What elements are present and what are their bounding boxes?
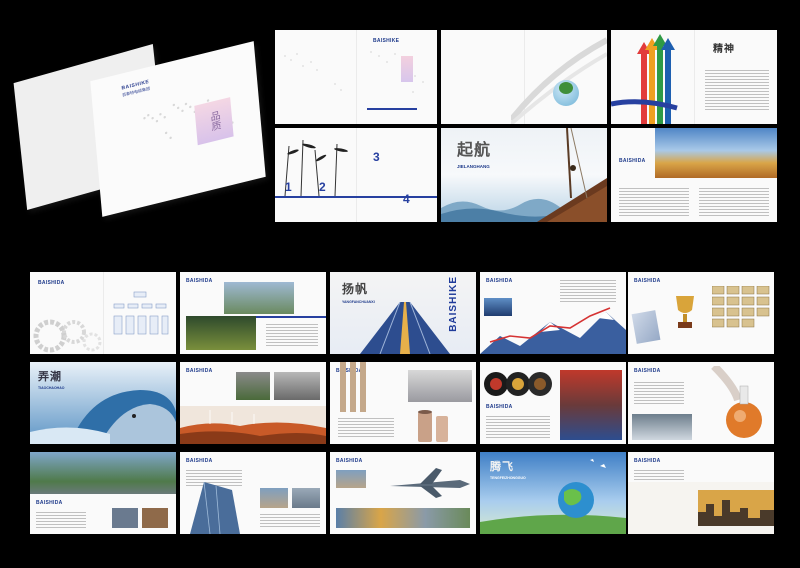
spread-trophy-certificates: BAISHIDA — [628, 272, 774, 354]
contents-rule — [275, 196, 437, 198]
chapter-title: 扬帆 — [342, 282, 369, 296]
spread-sailing: 起航 JIELANGHANG — [441, 128, 607, 222]
stadium-photo — [224, 282, 294, 314]
chapter-title: 起航 — [457, 140, 492, 159]
section-heading: BAISHIDA — [38, 280, 65, 286]
section-heading: BAISHIDA — [36, 500, 63, 506]
tubes-icon — [418, 410, 448, 442]
section-heading: BAISHIDA — [486, 278, 513, 284]
spread-gears-org: BAISHIDA — [30, 272, 176, 354]
body-text — [338, 418, 394, 438]
factory-photo — [274, 372, 320, 400]
body-text — [560, 280, 616, 304]
landscape-photo — [655, 128, 777, 178]
section-heading: BAISHIDA — [634, 368, 661, 374]
page-spine — [356, 128, 357, 222]
industrial-photo — [236, 372, 270, 400]
section-heading: BAISHIDA — [619, 158, 646, 164]
cover-vertical-title: 品质 — [207, 109, 221, 133]
body-text — [634, 382, 684, 404]
building-photo-2 — [292, 488, 320, 508]
port-photo — [336, 470, 366, 488]
spread-wind-power: BAISHIDA — [180, 362, 326, 444]
thumbnail-photo-1 — [112, 508, 138, 528]
spread-highway-rising: 扬帆 YANGFANCHUANXI BAISHIKE — [330, 272, 476, 354]
spread-lab-flask: BAISHIDA — [628, 362, 774, 444]
page-spine — [356, 30, 357, 124]
spread-mountain-growth: BAISHIDA — [480, 272, 626, 354]
mountain-growth-chart-icon — [480, 307, 626, 354]
swoosh-lines-icon — [511, 37, 607, 124]
city-aerial-photo — [30, 452, 176, 494]
surf-wave-icon — [30, 390, 176, 444]
water-plant-photo — [632, 414, 692, 440]
spread-airplane-logistics: BAISHIDA — [330, 452, 476, 534]
body-text — [36, 512, 86, 528]
skyscraper-icon — [190, 482, 240, 534]
section-heading: BAISHIDA — [634, 278, 661, 284]
section-heading: BAISHIDA — [186, 278, 213, 284]
spread-cables-machines: BAISHIDA — [480, 362, 626, 444]
spread-bamboo-contents: 3 1 2 4 — [275, 128, 437, 222]
gears-icon — [33, 319, 102, 353]
caption-text — [260, 514, 320, 528]
tree-icon — [559, 82, 573, 94]
thumbnail-photo-2 — [142, 508, 168, 528]
section-heading: BAISHIDA — [186, 458, 213, 464]
body-text-right — [699, 188, 769, 216]
contents-number-2: 2 — [319, 180, 326, 194]
spread-earth-green: 腾飞 TENGFEIZHONGGUO — [480, 452, 626, 534]
title-block — [401, 56, 413, 82]
spread-city-aerial: BAISHIDA — [30, 452, 176, 534]
body-text — [705, 70, 769, 110]
highway-perspective-icon — [360, 302, 450, 354]
building-photo-1 — [260, 488, 288, 508]
rising-arrows-icon — [611, 34, 678, 124]
photo-strip — [336, 508, 470, 528]
body-text — [486, 416, 550, 438]
certificates-grid-icon — [712, 286, 770, 328]
brochure-showcase-board: BAISHIKE 百事特电缆集团 品质 BAISHIKE 精神 3 1 2 4 … — [0, 0, 800, 568]
accent-bar — [256, 316, 326, 318]
ship-bow-icon — [537, 128, 607, 222]
machinery-photo — [560, 370, 622, 440]
spread-pipes-products: BAISHIDA — [330, 362, 476, 444]
page-spine — [694, 30, 695, 124]
section-title: 精神 — [713, 44, 735, 55]
trophy-icon — [676, 296, 694, 328]
contents-number-4: 4 — [403, 192, 410, 206]
airplane-icon — [390, 468, 470, 498]
section-heading: BAISHIDA — [336, 458, 363, 464]
flask-icon — [711, 366, 762, 438]
pipes-icon — [340, 362, 366, 412]
spread-landscape-text: BAISHIDA — [611, 128, 777, 222]
spread-sunset-skyline: BAISHIDA — [628, 452, 774, 534]
contents-number-1: 1 — [285, 180, 292, 194]
spread-skyscraper: BAISHIDA — [180, 452, 326, 534]
autumn-windfarm-icon — [180, 406, 326, 444]
page-logo: BAISHIKE — [373, 38, 400, 44]
warehouse-photo — [408, 370, 472, 402]
body-text-left — [619, 188, 689, 216]
chapter-pinyin: JIELANGHANG — [457, 164, 490, 169]
section-heading: BAISHIDA — [486, 404, 513, 410]
certificate-card — [631, 310, 661, 344]
cable-cross-section-icon — [484, 372, 552, 396]
section-heading: BAISHIDA — [634, 458, 661, 464]
contents-number-3: 3 — [373, 150, 380, 164]
earth-globe-icon — [480, 459, 626, 534]
sunset-skyline-icon — [628, 482, 774, 534]
body-text — [266, 324, 318, 346]
stadium-night-photo — [186, 316, 256, 350]
org-chart-icon — [113, 291, 169, 335]
spread-stadium: BAISHIDA — [180, 272, 326, 354]
spread-arrows-spirit: 精神 — [611, 30, 777, 124]
spread-globe-tree — [441, 30, 607, 124]
accent-bar — [367, 108, 417, 110]
spread-intro-cover: BAISHIKE — [275, 30, 437, 124]
spread-surf-wave: 弄潮 TIAOCHAOHAO — [30, 362, 176, 444]
section-heading: BAISHIDA — [186, 368, 213, 374]
